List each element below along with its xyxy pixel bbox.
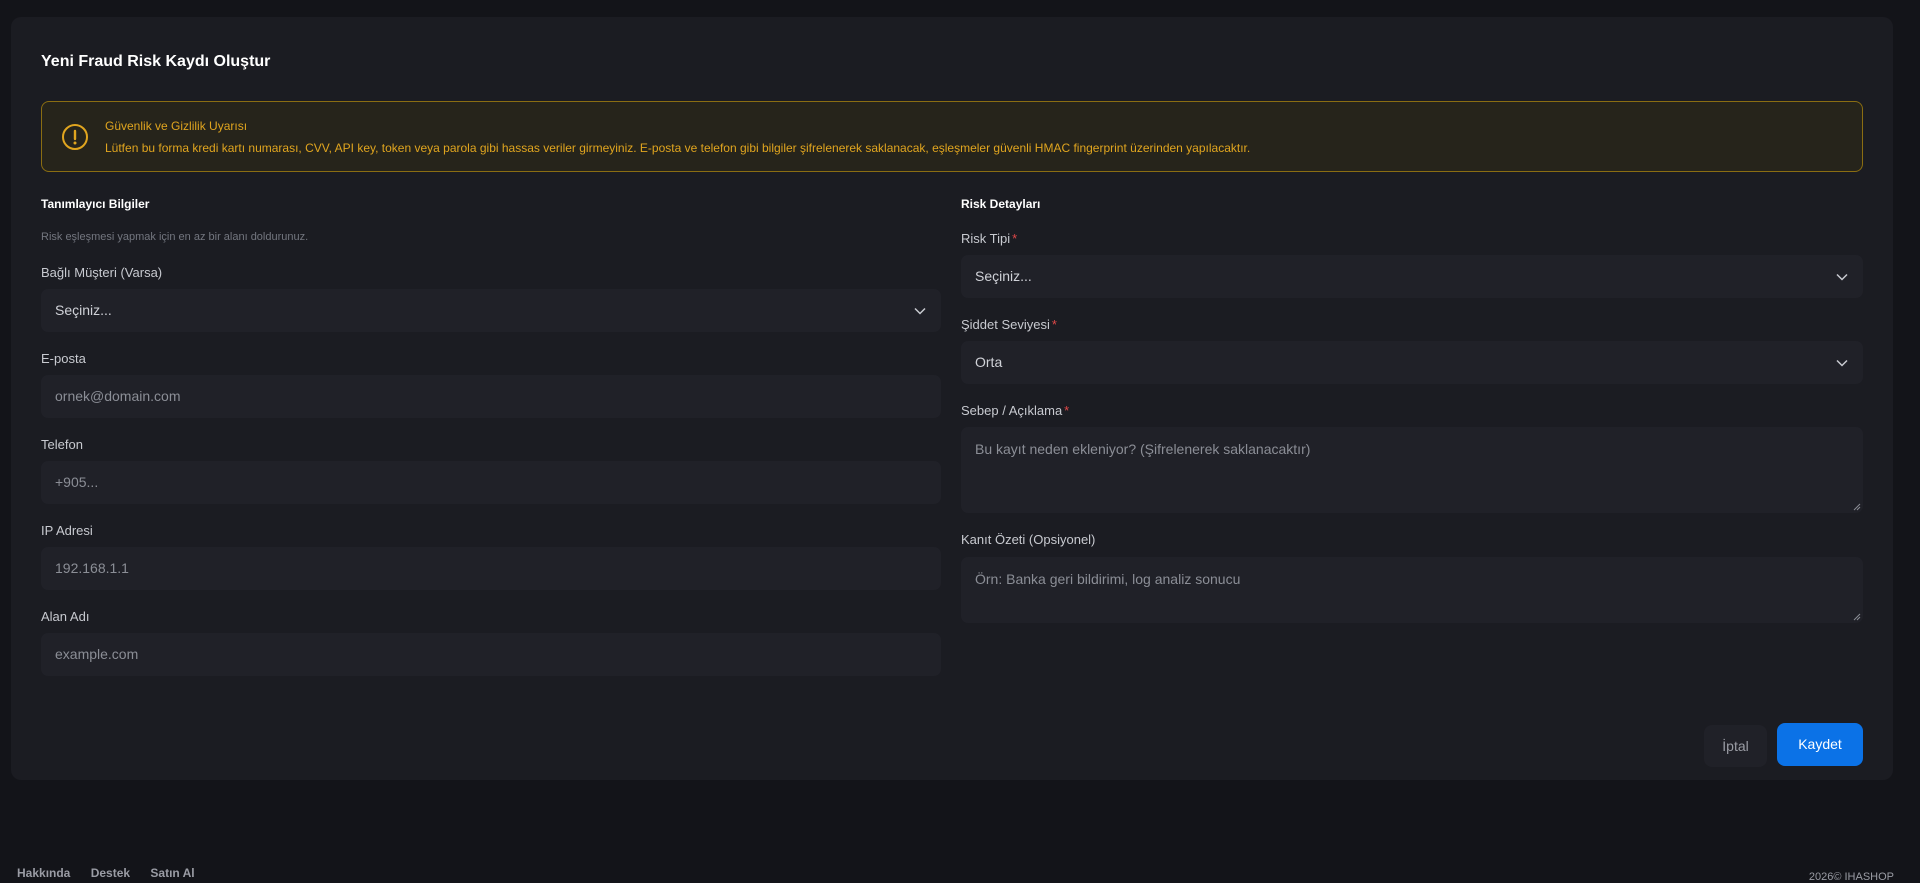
- ip-label: IP Adresi: [41, 523, 93, 538]
- required-marker: *: [1012, 231, 1018, 246]
- chevron-down-icon: [1836, 273, 1848, 281]
- save-button[interactable]: Kaydet: [1777, 723, 1863, 766]
- footer-link-support[interactable]: Destek: [91, 866, 130, 880]
- resize-grip-icon[interactable]: [1853, 503, 1861, 511]
- risk-title: Risk Detayları: [961, 197, 1041, 211]
- risk-type-value: Seçiniz...: [975, 268, 1032, 284]
- alert-text: Lütfen bu forma kredi kartı numarası, CV…: [105, 141, 1251, 155]
- severity-label: Şiddet Seviyesi *: [961, 317, 1057, 332]
- cancel-button[interactable]: İptal: [1704, 725, 1767, 767]
- chevron-down-icon: [1836, 359, 1848, 367]
- customer-select[interactable]: Seçiniz...: [41, 289, 941, 332]
- page-title: Yeni Fraud Risk Kaydı Oluştur: [41, 53, 271, 70]
- chevron-down-icon: [914, 307, 926, 315]
- domain-field[interactable]: example.com: [41, 633, 941, 676]
- severity-value: Orta: [975, 354, 1003, 370]
- email-label: E-posta: [41, 351, 86, 366]
- evidence-label: Kanıt Özeti (Opsiyonel): [961, 532, 1096, 547]
- identifiers-title: Tanımlayıcı Bilgiler: [41, 197, 150, 211]
- footer-link-about[interactable]: Hakkında: [17, 866, 70, 880]
- reason-textarea[interactable]: Bu kayıt neden ekleniyor? (Şifrelenerek …: [961, 427, 1863, 513]
- phone-placeholder: +905...: [55, 474, 99, 490]
- footer-link-buy[interactable]: Satın Al: [150, 866, 194, 880]
- phone-field[interactable]: +905...: [41, 461, 941, 504]
- identifiers-hint: Risk eşleşmesi yapmak için en az bir ala…: [41, 231, 309, 243]
- resize-grip-icon[interactable]: [1853, 613, 1861, 621]
- footer-links: Hakkında Destek Satın Al: [17, 866, 212, 880]
- ip-placeholder: 192.168.1.1: [55, 560, 129, 576]
- severity-select[interactable]: Orta: [961, 341, 1863, 384]
- required-marker: *: [1051, 317, 1057, 332]
- required-marker: *: [1064, 403, 1070, 418]
- email-field[interactable]: ornek@domain.com: [41, 375, 941, 418]
- evidence-textarea[interactable]: Örn: Banka geri bildirimi, log analiz so…: [961, 557, 1863, 623]
- risk-type-select[interactable]: Seçiniz...: [961, 255, 1863, 298]
- alert-title: Güvenlik ve Gizlilik Uyarısı: [105, 119, 248, 133]
- warning-circle-icon: [62, 124, 88, 150]
- reason-label: Sebep / Açıklama *: [961, 403, 1070, 418]
- phone-label: Telefon: [41, 437, 83, 452]
- evidence-placeholder: Örn: Banka geri bildirimi, log analiz so…: [975, 571, 1241, 587]
- risk-type-label: Risk Tipi *: [961, 231, 1018, 246]
- email-placeholder: ornek@domain.com: [55, 388, 181, 404]
- security-alert: Güvenlik ve Gizlilik Uyarısı Lütfen bu f…: [41, 101, 1863, 172]
- customer-label: Bağlı Müşteri (Varsa): [41, 265, 163, 280]
- ip-field[interactable]: 192.168.1.1: [41, 547, 941, 590]
- form-card: Yeni Fraud Risk Kaydı Oluştur Güvenlik v…: [11, 17, 1893, 780]
- reason-placeholder: Bu kayıt neden ekleniyor? (Şifrelenerek …: [975, 441, 1311, 457]
- customer-select-value: Seçiniz...: [55, 302, 112, 318]
- copyright: 2026© IHASHOP: [1808, 871, 1894, 883]
- domain-placeholder: example.com: [55, 646, 139, 662]
- domain-label: Alan Adı: [41, 609, 90, 624]
